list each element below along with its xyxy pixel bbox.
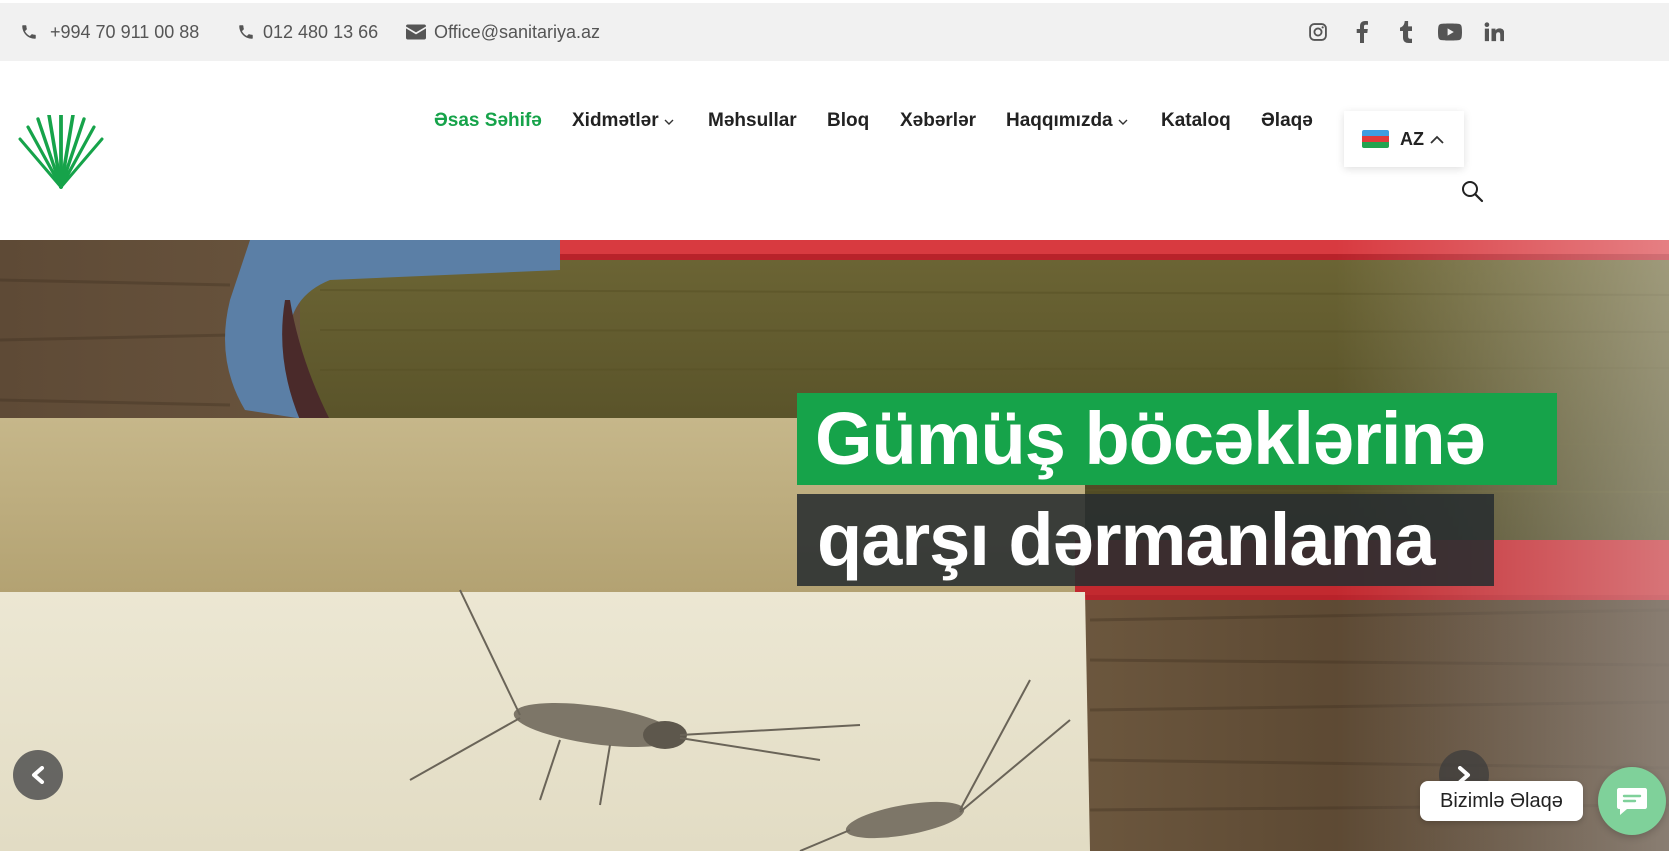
- phone-icon: [239, 25, 253, 39]
- site-header: Əsas Səhifə Xidmətlər Məhsullar Bloq Xəb…: [0, 61, 1669, 240]
- nav-item-label: Xəbərlər: [900, 110, 977, 131]
- nav-item-contact[interactable]: Əlaqə: [1261, 105, 1313, 137]
- nav-item-label: Əsas Səhifə: [434, 110, 542, 131]
- instagram-icon[interactable]: [1305, 19, 1331, 45]
- nav-item-services[interactable]: Xidmətlər: [572, 105, 674, 137]
- email-link[interactable]: Office@sanitariya.az: [406, 3, 600, 61]
- logo[interactable]: [18, 112, 104, 189]
- nav-item-news[interactable]: Xəbərlər: [900, 105, 976, 137]
- chevron-left-icon: [32, 766, 44, 784]
- envelope-icon: [406, 24, 426, 40]
- nav-item-label: Kataloq: [1161, 110, 1231, 131]
- search-icon: [1462, 181, 1484, 203]
- phone-number-2: 012 480 13 66: [263, 21, 379, 42]
- phone-link-1[interactable]: +994 70 911 00 88: [20, 3, 199, 61]
- email-address: Office@sanitariya.az: [434, 21, 601, 42]
- search-button[interactable]: [1460, 179, 1486, 205]
- nav-item-products[interactable]: Məhsullar: [708, 105, 797, 137]
- chat-label[interactable]: Bizimlə Əlaqə: [1420, 781, 1583, 821]
- chat-bubble-icon: [1617, 788, 1647, 815]
- linkedin-icon[interactable]: [1481, 19, 1507, 45]
- nav-item-blog[interactable]: Bloq: [827, 105, 869, 137]
- language-code: AZ: [1400, 128, 1424, 149]
- nav-item-label: Xidmətlər: [572, 110, 659, 131]
- social-links: [1305, 3, 1525, 61]
- slider-prev-button[interactable]: [13, 750, 63, 800]
- nav-item-label: Bloq: [827, 110, 870, 131]
- nav-item-home[interactable]: Əsas Səhifə: [434, 105, 542, 137]
- nav-item-about[interactable]: Haqqımızda: [1006, 105, 1128, 137]
- nav-item-catalog[interactable]: Kataloq: [1161, 105, 1231, 137]
- hero-heading-line-1: Gümüş böcəklərinə: [797, 393, 1557, 485]
- chevron-up-icon: [1430, 135, 1444, 144]
- logo-fan-icon: [18, 112, 104, 189]
- hero-heading-line-2: qarşı dərmanlama: [797, 494, 1494, 586]
- language-selector[interactable]: AZ: [1344, 111, 1464, 167]
- top-contact-bar: +994 70 911 00 88 012 480 13 66 Office@s…: [0, 3, 1669, 61]
- chat-button[interactable]: [1598, 767, 1666, 835]
- azerbaijan-flag-icon: [1362, 130, 1389, 148]
- youtube-icon[interactable]: [1437, 19, 1463, 45]
- tumblr-icon[interactable]: [1393, 19, 1419, 45]
- nav-item-label: Məhsullar: [708, 110, 797, 131]
- nav-item-label: Əlaqə: [1261, 110, 1313, 131]
- facebook-icon[interactable]: [1349, 19, 1375, 45]
- nav-item-label: Haqqımızda: [1006, 110, 1113, 131]
- hero-slider: Gümüş böcəklərinə qarşı dərmanlama Bizim…: [0, 240, 1669, 851]
- chevron-down-icon: [1118, 119, 1128, 125]
- chevron-down-icon: [664, 119, 674, 125]
- phone-icon: [22, 25, 36, 39]
- phone-number-1: +994 70 911 00 88: [50, 21, 200, 42]
- phone-link-2[interactable]: 012 480 13 66: [237, 3, 378, 61]
